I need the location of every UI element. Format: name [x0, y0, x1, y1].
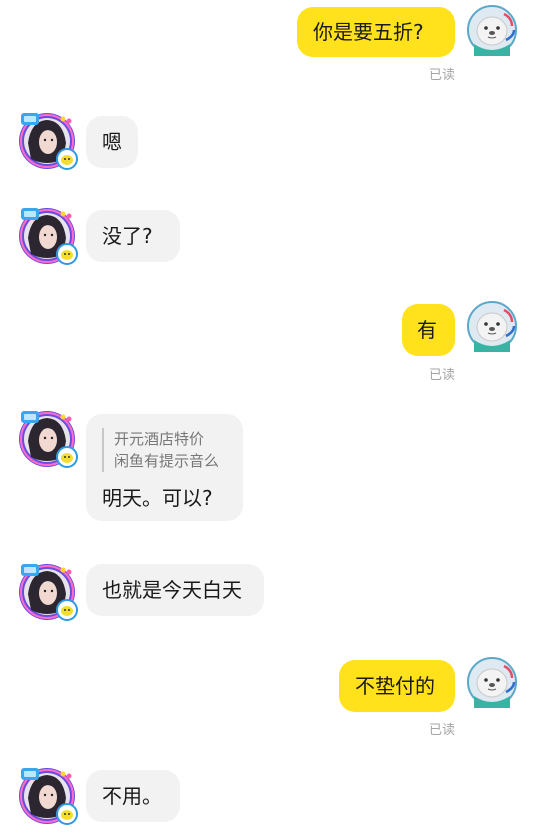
read-status: 已读	[429, 68, 456, 83]
seal-avatar-icon[interactable]	[466, 300, 518, 352]
read-status: 已读	[429, 723, 456, 738]
message-bubble-received[interactable]: 没了?	[86, 210, 180, 262]
message-bubble-sent[interactable]: 不垫付的	[339, 660, 455, 712]
message-text: 不垫付的	[355, 674, 435, 698]
message-bubble-sent[interactable]: 你是要五折?	[297, 7, 455, 57]
message-text: 没了?	[102, 224, 153, 248]
message-text: 有	[417, 318, 437, 342]
user-photo-avatar-icon[interactable]	[17, 204, 81, 268]
seal-avatar-icon[interactable]	[466, 4, 518, 56]
user-photo-avatar-icon[interactable]	[17, 764, 81, 828]
message-text: 嗯	[102, 130, 122, 154]
quoted-line: 开元酒店特价	[114, 430, 205, 448]
message-bubble-sent[interactable]: 有	[402, 304, 455, 356]
message-text: 不用。	[102, 784, 162, 808]
user-photo-avatar-icon[interactable]	[17, 560, 81, 624]
message-bubble-received[interactable]: 嗯	[86, 116, 138, 168]
seal-avatar-icon[interactable]	[466, 656, 518, 708]
user-photo-avatar-icon[interactable]	[17, 109, 81, 173]
quoted-line: 闲鱼有提示音么	[114, 452, 220, 470]
message-bubble-received[interactable]: 也就是今天白天	[86, 564, 264, 616]
message-text: 你是要五折?	[313, 20, 424, 44]
message-text: 明天。可以?	[102, 486, 213, 510]
chat-conversation: 你是要五折? 已读 嗯 没了? 有 已读 开元酒店特价 闲鱼有提示音么 明天。可…	[0, 0, 540, 835]
message-bubble-received[interactable]: 不用。	[86, 770, 180, 822]
message-text: 也就是今天白天	[102, 578, 242, 602]
user-photo-avatar-icon[interactable]	[17, 407, 81, 471]
read-status: 已读	[429, 368, 456, 383]
quoted-message[interactable]: 开元酒店特价 闲鱼有提示音么	[102, 428, 227, 472]
message-bubble-received-with-quote[interactable]: 开元酒店特价 闲鱼有提示音么 明天。可以?	[86, 414, 243, 521]
